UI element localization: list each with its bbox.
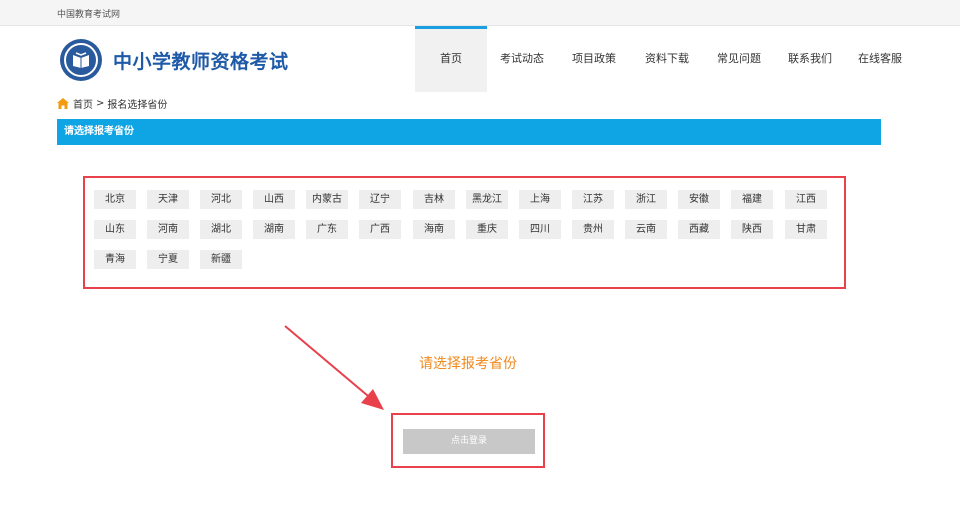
province-button[interactable]: 山东 (94, 220, 136, 239)
province-button[interactable]: 福建 (731, 190, 773, 209)
nav-faq[interactable]: 常见问题 (703, 26, 775, 92)
province-button[interactable]: 贵州 (572, 220, 614, 239)
nav-home[interactable]: 首页 (415, 26, 487, 92)
logo-icon[interactable] (60, 39, 102, 81)
province-button[interactable]: 青海 (94, 250, 136, 269)
main-nav: 首页 考试动态 项目政策 资料下载 常见问题 联系我们 在线客服 (415, 26, 915, 92)
province-button[interactable]: 云南 (625, 220, 667, 239)
province-button[interactable]: 河北 (200, 190, 242, 209)
province-button[interactable]: 陕西 (731, 220, 773, 239)
province-button[interactable]: 重庆 (466, 220, 508, 239)
province-button[interactable]: 北京 (94, 190, 136, 209)
province-button[interactable]: 江苏 (572, 190, 614, 209)
province-button[interactable]: 黑龙江 (466, 190, 508, 209)
breadcrumb-current: 报名选择省份 (107, 100, 168, 111)
province-button[interactable]: 广东 (306, 220, 348, 239)
province-button[interactable]: 四川 (519, 220, 561, 239)
login-button[interactable]: 点击登录 (403, 429, 535, 454)
province-button[interactable]: 江西 (785, 190, 827, 209)
nav-downloads[interactable]: 资料下载 (631, 26, 703, 92)
site-name[interactable]: 中国教育考试网 (57, 7, 120, 20)
header: 中小学教师资格考试 首页 考试动态 项目政策 资料下载 常见问题 联系我们 在线… (0, 26, 960, 92)
province-button[interactable]: 吉林 (413, 190, 455, 209)
nav-policy[interactable]: 项目政策 (557, 26, 631, 92)
province-button[interactable]: 内蒙古 (306, 190, 348, 209)
nav-online-service[interactable]: 在线客服 (845, 26, 915, 92)
province-button[interactable]: 天津 (147, 190, 189, 209)
nav-exam-news[interactable]: 考试动态 (487, 26, 557, 92)
home-icon (57, 98, 69, 109)
province-button[interactable]: 上海 (519, 190, 561, 209)
province-button[interactable]: 河南 (147, 220, 189, 239)
province-button[interactable]: 山西 (253, 190, 295, 209)
breadcrumb-separator: > (96, 98, 105, 109)
province-button[interactable]: 安徽 (678, 190, 720, 209)
province-button[interactable]: 辽宁 (359, 190, 401, 209)
section-title: 请选择报考省份 (57, 119, 881, 145)
nav-contact[interactable]: 联系我们 (775, 26, 845, 92)
province-button[interactable]: 甘肃 (785, 220, 827, 239)
province-button[interactable]: 宁夏 (147, 250, 189, 269)
breadcrumb-home[interactable]: 首页 (73, 96, 93, 111)
province-button[interactable]: 新疆 (200, 250, 242, 269)
book-icon (73, 52, 89, 68)
province-button[interactable]: 海南 (413, 220, 455, 239)
province-button[interactable]: 西藏 (678, 220, 720, 239)
prompt-text: 请选择报考省份 (419, 356, 517, 372)
breadcrumb: 首页 > 报名选择省份 (57, 96, 167, 111)
province-button[interactable]: 湖南 (253, 220, 295, 239)
province-button[interactable]: 浙江 (625, 190, 667, 209)
province-button[interactable]: 湖北 (200, 220, 242, 239)
site-title[interactable]: 中小学教师资格考试 (113, 47, 289, 74)
province-button[interactable]: 广西 (359, 220, 401, 239)
top-bar: 中国教育考试网 (0, 0, 960, 26)
